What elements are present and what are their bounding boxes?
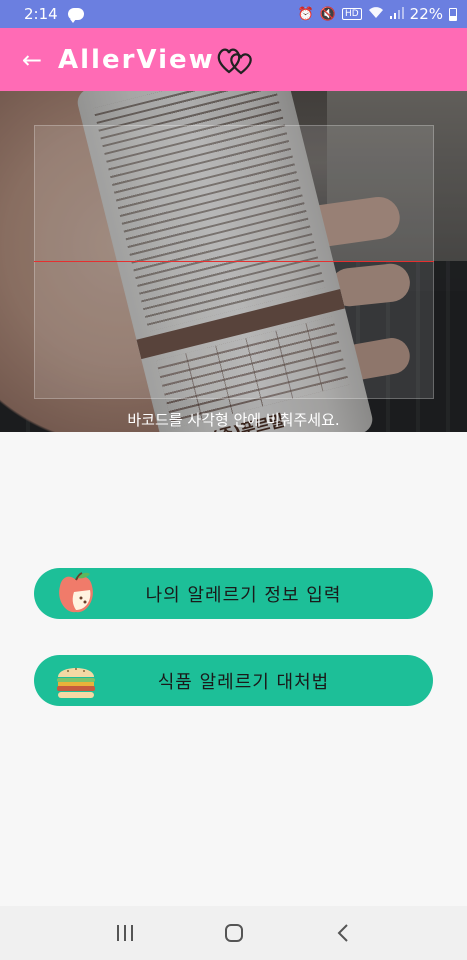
burger-icon <box>52 657 100 705</box>
status-bar: 2:14 ⏰ 🔇 HD 22% <box>0 0 467 28</box>
battery-icon <box>449 7 457 21</box>
scan-hint: 바코드를 사각형 안에 비춰주세요. <box>127 411 340 429</box>
mute-icon: 🔇 <box>319 6 336 22</box>
recent-apps-icon[interactable] <box>105 913 145 953</box>
app-title: AllerView <box>58 44 215 75</box>
status-time: 2:14 <box>24 5 58 23</box>
alarm-icon: ⏰ <box>297 6 314 22</box>
hearts-icon <box>217 44 255 80</box>
home-icon[interactable] <box>214 913 254 953</box>
app-bar: ← AllerView <box>0 28 467 91</box>
hd-icon: HD <box>341 8 362 20</box>
wifi-icon <box>368 5 384 23</box>
system-nav-bar <box>0 906 467 960</box>
scan-frame <box>34 125 434 399</box>
back-icon[interactable] <box>323 913 363 953</box>
chat-icon <box>67 8 84 23</box>
scan-laser-line <box>34 261 434 262</box>
battery-percent: 22% <box>409 5 443 23</box>
my-allergy-info-button[interactable]: 나의 알레르기 정보 입력 <box>34 568 433 619</box>
signal-icon <box>389 5 404 23</box>
apple-icon <box>52 570 100 618</box>
food-allergy-guide-button[interactable]: 식품 알레르기 대처법 <box>34 655 433 706</box>
back-arrow-icon[interactable]: ← <box>20 46 44 74</box>
camera-preview[interactable]: (주)푸르밀 바코드를 사각형 안에 비춰주세요. <box>0 91 467 432</box>
